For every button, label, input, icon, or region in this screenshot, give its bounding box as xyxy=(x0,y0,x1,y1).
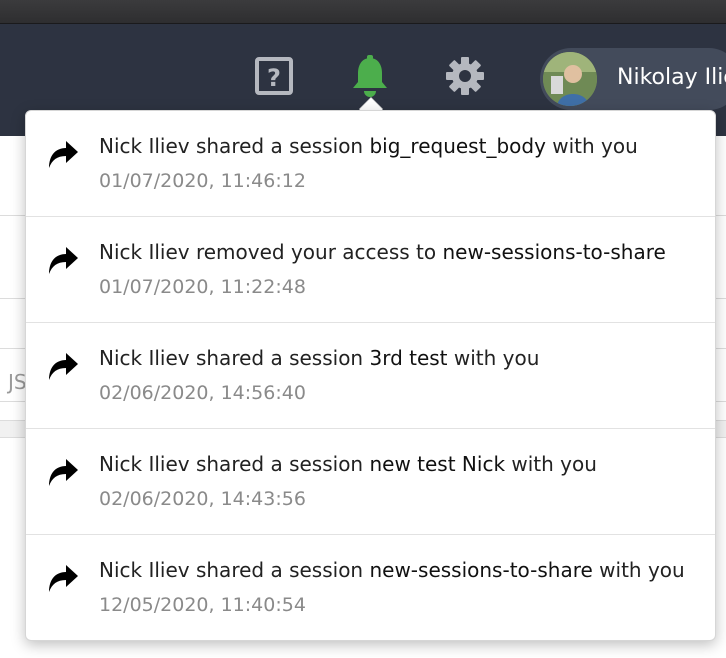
share-icon xyxy=(46,457,80,489)
notification-timestamp: 12/05/2020, 11:40:54 xyxy=(99,594,306,616)
share-icon xyxy=(46,563,80,595)
notification-item[interactable]: Nick Iliev shared a session new test Nic… xyxy=(26,429,715,535)
notification-item[interactable]: Nick Iliev shared a session 3rd test wit… xyxy=(26,323,715,429)
dropdown-caret xyxy=(359,98,383,110)
notification-timestamp: 01/07/2020, 11:46:12 xyxy=(99,170,306,192)
gear-icon[interactable] xyxy=(445,56,485,96)
help-icon[interactable]: ? xyxy=(254,56,294,96)
notifications-dropdown: Nick Iliev shared a session big_request_… xyxy=(25,110,716,641)
user-name: Nikolay Ilie xyxy=(617,65,726,90)
avatar xyxy=(543,52,597,106)
session-name: new test Nick xyxy=(369,452,506,476)
notification-message: Nick Iliev shared a session big_request_… xyxy=(99,134,638,158)
background-text: JS xyxy=(8,370,27,394)
session-name: new-sessions-to-share xyxy=(369,558,593,582)
notification-item[interactable]: Nick Iliev shared a session big_request_… xyxy=(26,111,715,217)
session-name: big_request_body xyxy=(369,134,546,158)
notification-message: Nick Iliev shared a session new test Nic… xyxy=(99,452,597,476)
notification-timestamp: 02/06/2020, 14:43:56 xyxy=(99,488,306,510)
share-icon xyxy=(46,351,80,383)
session-name: 3rd test xyxy=(369,346,448,370)
notification-timestamp: 01/07/2020, 11:22:48 xyxy=(99,276,306,298)
share-icon xyxy=(46,245,80,277)
notification-message: Nick Iliev shared a session 3rd test wit… xyxy=(99,346,540,370)
notification-item[interactable]: Nick Iliev removed your access to new-se… xyxy=(26,217,715,323)
svg-text:?: ? xyxy=(267,64,281,92)
notification-message: Nick Iliev removed your access to new-se… xyxy=(99,240,666,264)
user-menu[interactable]: Nikolay Ilie xyxy=(540,48,726,110)
window-titlebar xyxy=(0,0,726,24)
notification-message: Nick Iliev shared a session new-sessions… xyxy=(99,558,685,582)
notification-timestamp: 02/06/2020, 14:56:40 xyxy=(99,382,306,404)
bell-icon[interactable] xyxy=(349,55,389,97)
share-icon xyxy=(46,139,80,171)
session-name: new-sessions-to-share xyxy=(442,240,666,264)
notification-item[interactable]: Nick Iliev shared a session new-sessions… xyxy=(26,535,715,640)
